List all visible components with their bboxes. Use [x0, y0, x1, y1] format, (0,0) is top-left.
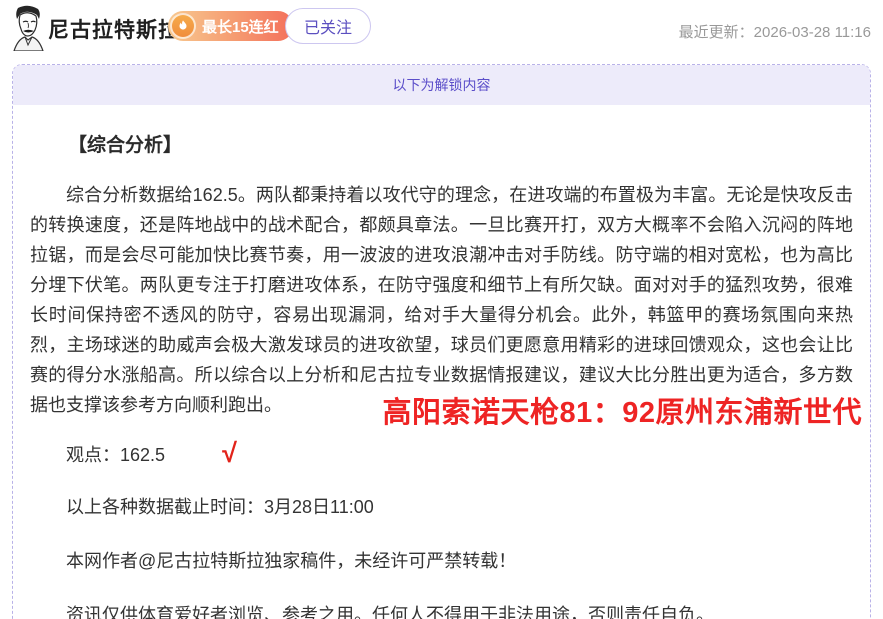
data-deadline-line: 以上各种数据截止时间：3月28日11:00 [30, 492, 853, 522]
unlocked-article-page: 尼古拉特斯拉 最长15连红 已关注 最近更新：2026-03-28 11:16 … [0, 0, 883, 619]
viewpoint-text: 观点：162.5 [66, 445, 165, 465]
copyright-line: 本网作者@尼古拉特斯拉独家稿件，未经许可严禁转载！ [30, 546, 853, 576]
author-header: 尼古拉特斯拉 最长15连红 已关注 最近更新：2026-03-28 11:16 [0, 0, 883, 62]
portrait-sketch-icon [8, 5, 48, 51]
streak-badge-label: 最长15连红 [202, 16, 279, 37]
streak-badge: 最长15连红 [168, 11, 293, 41]
analysis-paragraph: 综合分析数据给162.5。两队都秉持着以攻代守的理念，在进攻端的布置极为丰富。无… [30, 180, 853, 420]
author-name: 尼古拉特斯拉 [48, 14, 180, 44]
red-check-mark: √ [186, 438, 237, 468]
flame-icon [170, 13, 196, 39]
match-result-score: 高阳索诺天枪81：92原州东浦新世代 [382, 389, 862, 431]
section-title: 【综合分析】 [30, 130, 853, 157]
article-content: 【综合分析】 综合分析数据给162.5。两队都秉持着以攻代守的理念，在进攻端的布… [13, 130, 870, 619]
unlock-banner: 以下为解锁内容 [13, 65, 870, 105]
author-avatar[interactable] [8, 5, 48, 51]
viewpoint-row: 观点：162.5 √ [30, 437, 853, 470]
follow-button[interactable]: 已关注 [285, 8, 371, 44]
disclaimer-line: 资讯仅供体育爱好者浏览、参考之用。任何人不得用于非法用途，否则责任自负。 [30, 600, 853, 619]
last-updated-text: 最近更新：2026-03-28 11:16 [679, 21, 871, 42]
unlocked-content-card: 以下为解锁内容 【综合分析】 综合分析数据给162.5。两队都秉持着以攻代守的理… [12, 64, 871, 619]
